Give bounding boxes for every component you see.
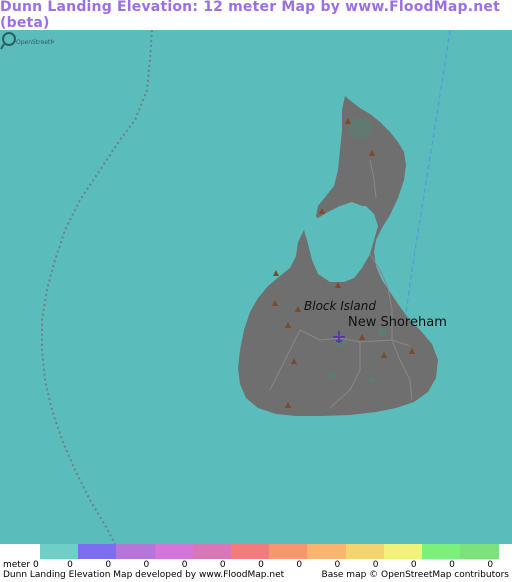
elevation-map[interactable]: Block Island New Shoreham OpenStreetMap	[0, 30, 512, 544]
svg-text:OpenStreetMap: OpenStreetMap	[16, 39, 54, 46]
town-label: New Shoreham	[348, 315, 447, 330]
legend-swatch	[154, 544, 194, 559]
sachem-pond	[348, 118, 372, 138]
peak-icon	[273, 270, 279, 276]
legend-value: 0	[143, 560, 150, 570]
island-label: Block Island	[304, 299, 376, 313]
ferry-route-line	[399, 30, 451, 361]
legend-value: 0	[372, 560, 379, 570]
legend-swatch	[422, 544, 461, 559]
legend-value: 0	[410, 560, 417, 570]
legend-value: 0	[67, 560, 73, 570]
legend-value: 0	[334, 560, 341, 570]
legend-swatch	[116, 544, 156, 559]
legend-value: 0	[487, 560, 494, 570]
legend-swatch	[383, 544, 423, 559]
pond-4	[368, 376, 376, 384]
legend-value: 0	[449, 560, 455, 570]
legend-swatch	[269, 544, 309, 559]
legend-value: 0	[181, 560, 188, 570]
maritime-boundary-line	[41, 30, 153, 544]
legend-swatch	[460, 544, 500, 559]
legend-swatch	[78, 544, 118, 559]
legend-value: 0	[105, 560, 112, 570]
footer-credit: Dunn Landing Elevation Map developed by …	[3, 570, 285, 580]
legend-value: 0	[258, 560, 264, 570]
openstreetmap-logo[interactable]: OpenStreetMap	[0, 30, 54, 52]
legend-value: 0	[296, 560, 303, 570]
legend-swatch	[307, 544, 347, 559]
legend-unit: meter 0	[3, 560, 39, 570]
footer: Dunn Landing Elevation Map developed by …	[0, 570, 512, 582]
block-island-land	[238, 96, 438, 416]
footer-attribution: Base map © OpenStreetMap contributors	[321, 570, 509, 580]
map-title: Dunn Landing Elevation: 12 meter Map by …	[0, 0, 501, 31]
legend-swatch	[40, 544, 79, 559]
legend-value: 0	[219, 560, 226, 570]
elevation-legend	[0, 544, 512, 559]
legend-swatch	[345, 544, 385, 559]
pond-3	[327, 372, 337, 380]
legend-swatch	[231, 544, 270, 559]
legend-swatch	[192, 544, 232, 559]
map-canvas	[41, 30, 451, 544]
